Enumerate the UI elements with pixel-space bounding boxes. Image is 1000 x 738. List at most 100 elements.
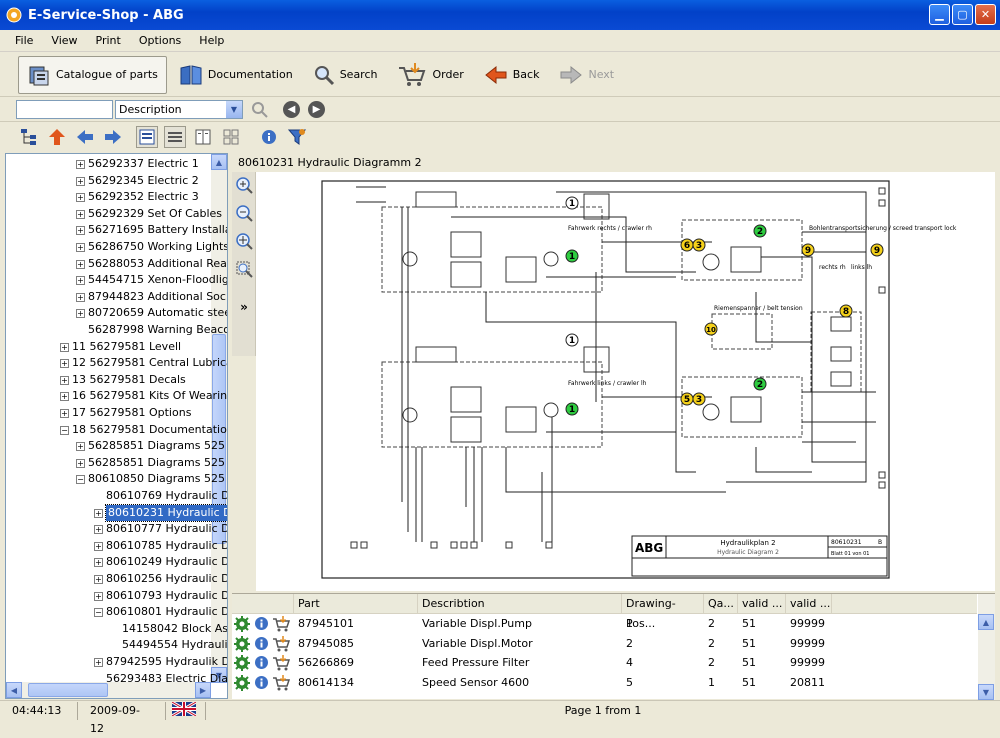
tree-item[interactable]: 80610850 Diagrams 525 <box>88 471 225 487</box>
table-row[interactable]: 87945101 Variable Displ.Pump 1 2 51 99999 <box>232 614 977 634</box>
search-input[interactable] <box>16 100 113 119</box>
tree-item[interactable]: 13 56279581 Decals <box>72 372 186 388</box>
tree-item[interactable]: 56286750 Working Lights <box>88 239 227 255</box>
left-arrow-icon[interactable] <box>74 126 96 148</box>
table-row[interactable]: 80614134 Speed Sensor 4600 5 1 51 20811 <box>232 673 977 693</box>
add-to-cart-icon[interactable] <box>272 674 291 695</box>
tree-item[interactable]: 56292337 Electric 1 <box>88 156 199 172</box>
minimize-button[interactable]: ▁ <box>929 4 950 25</box>
next-button[interactable]: Next <box>551 56 622 94</box>
menu-help[interactable]: Help <box>190 34 233 47</box>
tree-expander-icon[interactable]: + <box>76 292 85 302</box>
tree-item[interactable]: 56271695 Battery Installa <box>88 222 227 238</box>
tree-expander-icon[interactable]: + <box>94 575 103 584</box>
tree-expander-icon[interactable]: − <box>76 475 85 485</box>
tree-expander-icon[interactable]: + <box>94 658 103 667</box>
tree-item[interactable]: 56292329 Set Of Cables <box>88 206 222 222</box>
table-scroll-down-icon[interactable]: ▼ <box>978 684 994 700</box>
tree-expander-icon[interactable]: + <box>76 226 85 236</box>
tree-item[interactable]: 80610231 Hydraulic Di <box>105 503 227 522</box>
info-icon[interactable] <box>258 126 280 148</box>
parts-tree[interactable]: ▲ ▼ ◀ ▶ +56292337 Electric 1 +56292345 El… <box>5 153 228 699</box>
menu-print[interactable]: Print <box>87 34 130 47</box>
table-row[interactable]: 56266869 Feed Pressure Filter 4 2 51 99999 <box>232 653 977 673</box>
tree-item[interactable]: 16 56279581 Kits Of Wearing <box>72 388 227 404</box>
split-view-icon[interactable] <box>192 126 214 148</box>
info-icon[interactable] <box>254 675 269 695</box>
tree-expander-icon[interactable]: + <box>60 359 69 369</box>
tree-item[interactable]: 12 56279581 Central Lubricat <box>72 355 227 371</box>
gear-icon[interactable] <box>234 674 250 695</box>
tree-expander-icon[interactable]: + <box>94 508 103 518</box>
tree-item[interactable]: 54494554 Hydrauli <box>122 637 227 653</box>
up-arrow-icon[interactable] <box>46 126 68 148</box>
tree-expander-icon[interactable]: − <box>60 425 69 435</box>
search-button[interactable]: Search <box>305 56 386 94</box>
tree-item[interactable]: 56292352 Electric 3 <box>88 189 199 205</box>
catalogue-button[interactable]: Catalogue of parts <box>18 55 167 94</box>
tree-expander-icon[interactable]: + <box>76 458 85 468</box>
tree-expander-icon[interactable]: + <box>94 525 103 535</box>
column-drawing-pos[interactable]: Drawing-Pos... <box>622 594 704 630</box>
tree-item[interactable]: 56292345 Electric 2 <box>88 173 199 189</box>
grid-view-icon[interactable] <box>220 126 242 148</box>
table-row[interactable]: 87945085 Variable Displ.Motor 2 2 51 99999 <box>232 634 977 654</box>
language-flag-icon[interactable] <box>166 700 206 720</box>
tree-expander-icon[interactable]: + <box>94 541 103 551</box>
table-vertical-scrollbar[interactable]: ▲ ▼ <box>978 594 995 700</box>
tree-item[interactable]: 54454715 Xenon-Floodligh <box>88 272 227 288</box>
tree-item[interactable]: 80610249 Hydraulic Di <box>106 554 227 570</box>
tree-expander-icon[interactable]: + <box>60 342 69 352</box>
tree-expander-icon[interactable]: + <box>76 276 85 286</box>
maximize-button[interactable]: ▢ <box>952 4 973 25</box>
scroll-up-icon[interactable]: ▲ <box>211 154 227 170</box>
previous-result-icon[interactable]: ◀ <box>283 101 300 118</box>
menu-file[interactable]: File <box>6 34 42 47</box>
tree-item[interactable]: 56288053 Additional Rear <box>88 256 227 272</box>
tree-item[interactable]: 14158042 Block As <box>122 621 227 637</box>
tree-expander-icon[interactable]: + <box>76 259 85 269</box>
list-view-icon[interactable] <box>136 126 158 148</box>
tree-expander-icon[interactable]: + <box>76 442 85 452</box>
zoom-in-icon[interactable] <box>234 175 254 195</box>
tree-structure-icon[interactable] <box>18 126 40 148</box>
tree-expander-icon[interactable]: + <box>76 176 85 186</box>
tree-expander-icon[interactable]: + <box>60 409 69 418</box>
tree-expander-icon[interactable]: + <box>94 591 103 601</box>
tree-item[interactable]: 17 56279581 Options <box>72 405 191 421</box>
table-scroll-up-icon[interactable]: ▲ <box>978 614 994 630</box>
tree-item[interactable]: 87944823 Additional Socke <box>88 289 227 305</box>
tree-item[interactable]: 80720659 Automatic steer <box>88 305 227 321</box>
column-part[interactable]: Part <box>294 594 418 614</box>
detail-view-icon[interactable] <box>164 126 186 148</box>
filter-icon[interactable] <box>286 126 308 148</box>
diagram-canvas[interactable]: Fahrwerk rechts / crawler rh Fahrwerk li… <box>256 172 995 591</box>
order-button[interactable]: Order <box>389 56 471 94</box>
documentation-button[interactable]: Documentation <box>171 56 301 94</box>
tree-expander-icon[interactable]: + <box>60 375 69 385</box>
column-quantity[interactable]: Qa... <box>704 594 738 614</box>
menu-options[interactable]: Options <box>130 34 190 47</box>
zoom-fit-icon[interactable] <box>234 231 254 251</box>
tree-expander-icon[interactable]: + <box>76 243 85 252</box>
tree-expander-icon[interactable]: − <box>94 608 103 618</box>
tree-item[interactable]: 80610801 Hydraulic Di <box>106 604 227 620</box>
scroll-left-icon[interactable]: ◀ <box>6 682 22 698</box>
tree-item[interactable]: 80610769 Hydraulic Di <box>106 488 227 504</box>
tree-item[interactable]: 87942595 Hydraulik Di <box>106 654 227 670</box>
close-button[interactable]: ✕ <box>975 4 996 25</box>
right-arrow-icon[interactable] <box>102 126 124 148</box>
zoom-out-icon[interactable] <box>234 203 254 223</box>
tree-item[interactable]: 56287998 Warning Beacon <box>88 322 227 338</box>
search-field-select[interactable]: Description ▼ <box>115 100 243 119</box>
tree-item[interactable]: 18 56279581 Documentation <box>72 422 227 438</box>
tree-item[interactable]: 11 56279581 Levell <box>72 339 181 355</box>
next-result-icon[interactable]: ▶ <box>308 101 325 118</box>
expand-panel-icon[interactable]: » <box>234 297 254 317</box>
back-button[interactable]: Back <box>476 56 548 94</box>
tree-expander-icon[interactable]: + <box>60 392 69 402</box>
search-go-icon[interactable] <box>251 101 269 119</box>
tree-item[interactable]: 80610777 Hydraulic Di <box>106 521 227 537</box>
tree-expander-icon[interactable]: + <box>76 209 85 219</box>
column-valid-to[interactable]: valid ... <box>786 594 832 614</box>
